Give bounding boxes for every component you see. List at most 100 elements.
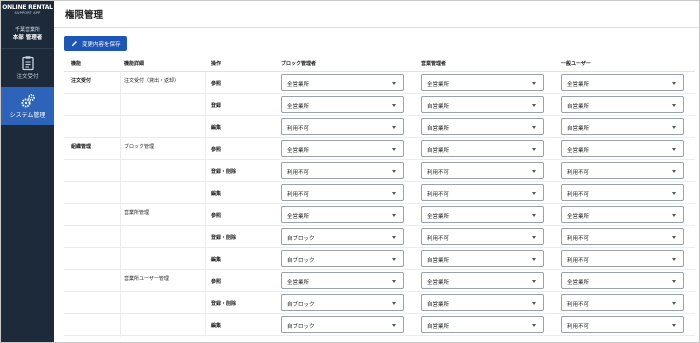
chevron-down-icon [672,126,676,129]
chevron-down-icon [392,192,396,195]
chevron-down-icon [392,280,396,283]
select-office-manager[interactable]: 全営業所 [421,74,544,91]
chevron-down-icon [672,302,676,305]
col-header-feature: 機能 [71,61,82,67]
chevron-down-icon [392,126,396,129]
select-office-manager[interactable]: 自営業所 [421,294,544,311]
select-office-manager[interactable]: 全営業所 [421,272,544,289]
save-changes-button[interactable]: 変更内容を保存 [64,36,127,51]
select-block-manager[interactable]: 利用不可 [281,118,404,135]
table-row: 編集 利用不可 自営業所 自営業所 [64,116,695,138]
nav-label-system-admin: システム管理 [9,112,46,119]
chevron-down-icon [672,258,676,261]
select-general-user[interactable]: 利用不可 [561,250,684,267]
chevron-down-icon [532,170,536,173]
select-value: 利用不可 [427,170,450,176]
chevron-down-icon [672,148,676,151]
select-general-user[interactable]: 自営業所 [561,118,684,135]
chevron-down-icon [532,192,536,195]
operation-label: 編集 [211,257,222,263]
clipboard-icon [21,56,34,71]
sidebar: ONLINE RENTAL SUPPORT APP 千葉営業所 本部 管理者 注… [1,1,54,342]
col-header-block-manager: ブロック管理者 [281,61,317,67]
select-general-user[interactable]: 利用不可 [561,162,684,179]
select-value: 自ブロック [287,302,315,308]
select-general-user[interactable]: 利用不可 [561,294,684,311]
select-block-manager[interactable]: 自ブロック [281,250,404,267]
chevron-down-icon [532,258,536,261]
select-office-manager[interactable]: 利用不可 [421,228,544,245]
select-general-user[interactable]: 利用不可 [561,184,684,201]
chevron-down-icon [532,214,536,217]
table-row: 編集 利用不可 利用不可 利用不可 [64,182,695,204]
select-value: 全営業所 [287,82,310,88]
select-block-manager[interactable]: 全営業所 [281,140,404,157]
chevron-down-icon [672,104,676,107]
select-value: 利用不可 [567,258,590,264]
select-value: 自ブロック [287,236,315,242]
select-value: 全営業所 [427,82,450,88]
chevron-down-icon [392,258,396,261]
chevron-down-icon [532,82,536,85]
operation-label: 参照 [211,213,222,219]
chevron-down-icon [392,170,396,173]
select-general-user[interactable]: 全営業所 [561,272,684,289]
select-block-manager[interactable]: 全営業所 [281,74,404,91]
select-office-manager[interactable]: 全営業所 [421,206,544,223]
select-value: 自営業所 [427,148,450,154]
col-header-detail: 機能詳細 [124,61,145,67]
select-value: 全営業所 [567,280,590,286]
select-general-user[interactable]: 全営業所 [561,206,684,223]
chevron-down-icon [532,302,536,305]
select-block-manager[interactable]: 自ブロック [281,228,404,245]
select-office-manager[interactable]: 自営業所 [421,140,544,157]
select-block-manager[interactable]: 利用不可 [281,184,404,201]
operation-label: 登録・削除 [211,301,237,307]
select-value: 利用不可 [287,192,310,198]
select-office-manager[interactable]: 自営業所 [421,118,544,135]
table-row: 登録・削除 自ブロック 利用不可 利用不可 [64,226,695,248]
operation-label: 編集 [211,323,222,329]
operation-label: 編集 [211,191,222,197]
select-block-manager[interactable]: 全営業所 [281,96,404,113]
table-row: 参照 全営業所 全営業所 全営業所 [64,270,695,292]
nav-item-system-admin[interactable]: システム管理 [1,87,54,125]
chevron-down-icon [532,148,536,151]
select-office-manager[interactable]: 利用不可 [421,162,544,179]
save-changes-label: 変更内容を保存 [82,41,121,48]
toolbar: 変更内容を保存 [54,28,699,51]
operation-label: 登録・削除 [211,235,237,241]
select-office-manager[interactable]: 利用不可 [421,184,544,201]
nav-item-order-reception[interactable]: 注文受付 [1,49,54,87]
select-office-manager[interactable]: 自営業所 [421,316,544,333]
chevron-down-icon [392,214,396,217]
select-value: 自ブロック [287,258,315,264]
select-block-manager[interactable]: 利用不可 [281,162,404,179]
main-content: 権限管理 変更内容を保存 機能 機能詳細 操作 ブロック管理者 営業管理者 一般… [54,1,699,342]
select-value: 利用不可 [287,170,310,176]
select-value: 利用不可 [427,236,450,242]
select-value: 全営業所 [567,82,590,88]
select-general-user[interactable]: 利用不可 [561,228,684,245]
chevron-down-icon [532,104,536,107]
select-general-user[interactable]: 全営業所 [561,140,684,157]
select-value: 利用不可 [427,192,450,198]
select-value: 利用不可 [567,192,590,198]
select-block-manager[interactable]: 自ブロック [281,316,404,333]
chevron-down-icon [672,214,676,217]
nav-label-order-reception: 注文受付 [16,74,39,80]
chevron-down-icon [392,236,396,239]
permissions-table: 機能 機能詳細 操作 ブロック管理者 営業管理者 一般ユーザー 注文受付 組織管… [64,52,695,337]
select-general-user[interactable]: 全営業所 [561,74,684,91]
select-value: 全営業所 [287,280,310,286]
select-office-manager[interactable]: 自営業所 [421,250,544,267]
brand-logo: ONLINE RENTAL SUPPORT APP [1,1,54,22]
select-block-manager[interactable]: 全営業所 [281,206,404,223]
select-general-user[interactable]: 自営業所 [561,96,684,113]
select-general-user[interactable]: 利用不可 [561,316,684,333]
select-value: 利用不可 [567,302,590,308]
select-block-manager[interactable]: 全営業所 [281,272,404,289]
select-office-manager[interactable]: 自営業所 [421,96,544,113]
select-value: 自営業所 [567,104,590,110]
select-block-manager[interactable]: 自ブロック [281,294,404,311]
